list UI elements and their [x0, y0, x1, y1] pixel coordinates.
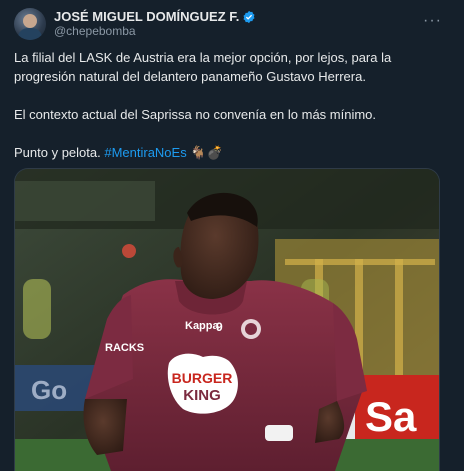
hashtag-link[interactable]: #MentiraNoEs — [104, 145, 186, 160]
author-avatar[interactable] — [14, 8, 46, 40]
tweet-paragraph-3: Punto y pelota. #MentiraNoEs 🐐💣 — [14, 143, 454, 162]
tweet-paragraph-3-text: Punto y pelota. — [14, 145, 105, 160]
board-text: Sa — [365, 393, 417, 440]
tweet-card: JOSÉ MIGUEL DOMÍNGUEZ F. @chepebomba ···… — [0, 0, 464, 471]
author-names: JOSÉ MIGUEL DOMÍNGUEZ F. @chepebomba — [54, 9, 256, 39]
tweet-paragraph-2: El contexto actual del Saprissa no conve… — [14, 107, 377, 122]
tweet-text: La filial del LASK de Austria era la mej… — [14, 48, 454, 162]
verified-badge-icon — [243, 10, 255, 23]
sleeve-sponsor: RACKS — [105, 342, 144, 354]
chest-brand: Kappa — [185, 320, 220, 332]
author-handle[interactable]: @chepebomba — [54, 24, 256, 39]
more-options-icon[interactable]: ··· — [423, 12, 442, 30]
tweet-emojis: 🐐💣 — [190, 145, 223, 160]
tweet-header: JOSÉ MIGUEL DOMÍNGUEZ F. @chepebomba ··· — [14, 8, 454, 40]
tweet-media-photo[interactable]: Go Sa BURGER KING Kappa 9 RACKS — [14, 168, 440, 471]
sponsor-line-2: KING — [183, 387, 221, 404]
player-photo: Go Sa BURGER KING Kappa 9 RACKS — [15, 169, 439, 471]
author-name-row[interactable]: JOSÉ MIGUEL DOMÍNGUEZ F. — [54, 9, 256, 24]
sponsor-line-1: BURGER — [172, 370, 233, 386]
jersey-number: 9 — [216, 320, 223, 334]
author-display-name[interactable]: JOSÉ MIGUEL DOMÍNGUEZ F. — [54, 9, 239, 24]
left-board-text: Go — [31, 375, 67, 405]
tweet-paragraph-1: La filial del LASK de Austria era la mej… — [14, 50, 392, 84]
